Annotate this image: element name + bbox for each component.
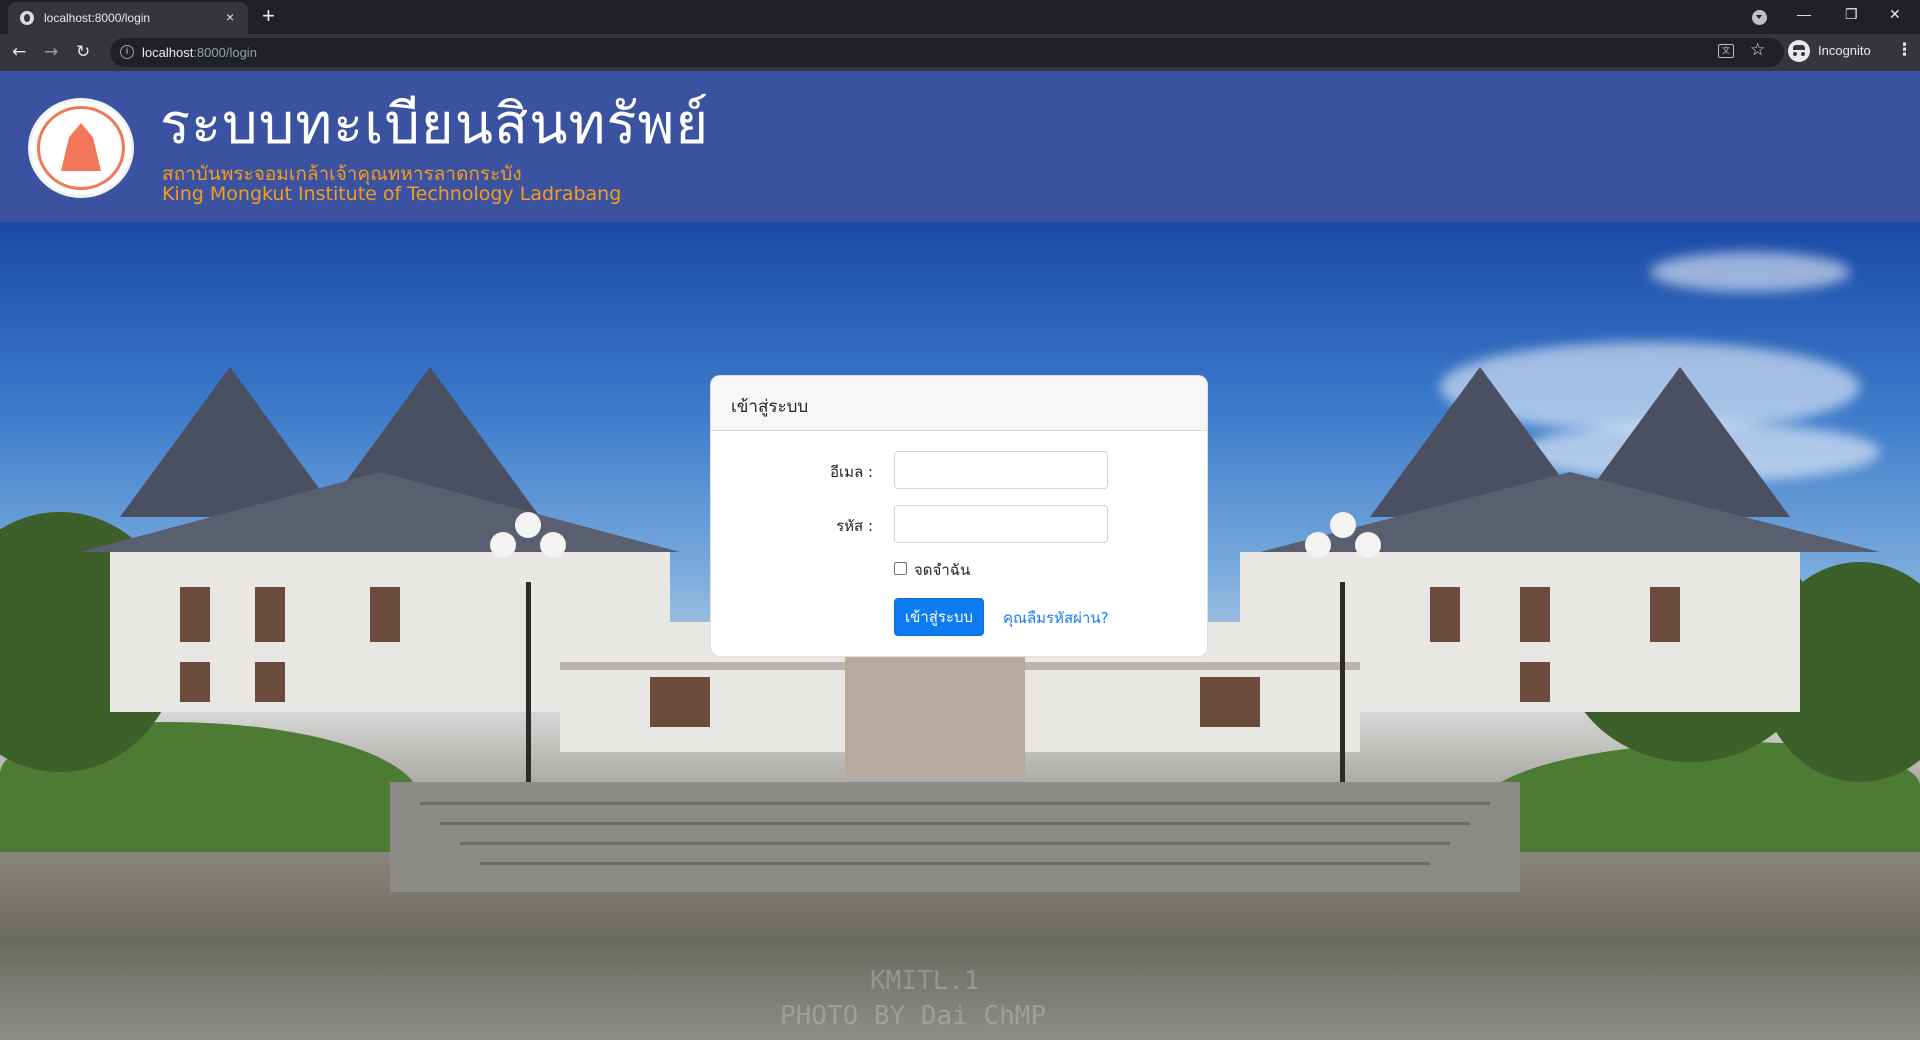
lamp-pole: [526, 582, 531, 802]
email-label: อีเมล :: [829, 463, 873, 481]
lamp: [1330, 512, 1356, 538]
roof: [80, 472, 680, 552]
minimize-button[interactable]: —: [1797, 6, 1811, 22]
restore-button[interactable]: ❐: [1845, 6, 1858, 22]
window: [370, 587, 400, 642]
steps: [390, 782, 1520, 892]
url-path: :8000/login: [193, 45, 257, 60]
incognito-icon: [1788, 40, 1810, 62]
menu-icon[interactable]: ⋮: [1896, 40, 1913, 60]
cloud: [1650, 252, 1850, 292]
site-subtitle-english: King Mongkut Institute of Technology Lad…: [162, 183, 622, 205]
password-field[interactable]: [894, 505, 1108, 543]
translate-icon[interactable]: 文: [1718, 44, 1734, 58]
window: [255, 587, 285, 642]
browser-tab[interactable]: localhost:8000/login ×: [8, 2, 248, 34]
page: KMITL.1 PHOTO BY Dai ChMP ระบบทะเบียนสิน…: [0, 71, 1920, 1040]
step-edge: [480, 862, 1430, 865]
step-edge: [440, 822, 1470, 825]
roof: [1260, 472, 1880, 552]
lamp: [1305, 532, 1331, 558]
site-header: ระบบทะเบียนสินทรัพย์ สถาบันพระจอมเกล้าเจ…: [0, 71, 1920, 222]
card-title: เข้าสู่ระบบ: [731, 397, 809, 417]
email-field[interactable]: [894, 451, 1108, 489]
tab-title: localhost:8000/login: [44, 11, 151, 25]
window: [1430, 587, 1460, 642]
lamp: [540, 532, 566, 558]
url-text[interactable]: localhost:8000/login: [142, 45, 257, 60]
forward-icon[interactable]: →: [44, 42, 58, 62]
browser-tabstrip: localhost:8000/login × + — ❐ ✕: [0, 0, 1920, 34]
star-icon[interactable]: ☆: [1750, 40, 1765, 60]
window: [1520, 587, 1550, 642]
url-host: localhost: [142, 45, 194, 60]
logo-seal: [28, 98, 134, 198]
login-button[interactable]: เข้าสู่ระบบ: [894, 598, 984, 636]
window: [650, 677, 710, 727]
lamp-pole: [1340, 582, 1345, 802]
password-label: รหัส :: [836, 517, 873, 535]
globe-icon: [20, 11, 34, 25]
address-bar[interactable]: i localhost:8000/login: [110, 38, 1784, 67]
forgot-password-link[interactable]: คุณลืมรหัสผ่าน?: [1003, 606, 1109, 630]
login-card: เข้าสู่ระบบ อีเมล : รหัส : จดจำฉัน เข้าส…: [710, 375, 1208, 657]
info-icon[interactable]: i: [120, 45, 134, 59]
lamp: [490, 532, 516, 558]
plus-icon[interactable]: +: [262, 4, 275, 28]
card-header: เข้าสู่ระบบ: [711, 376, 1207, 431]
photo-watermark: KMITL.1: [870, 966, 980, 996]
photo-watermark: PHOTO BY Dai ChMP: [780, 1001, 1047, 1031]
close-icon[interactable]: ×: [226, 9, 234, 25]
window: [180, 662, 210, 702]
reload-icon[interactable]: ↻: [76, 42, 90, 62]
step-edge: [420, 802, 1490, 805]
browser-toolbar: ← → ↻ i localhost:8000/login: [0, 34, 1920, 71]
window: [1200, 677, 1260, 727]
back-icon[interactable]: ←: [12, 42, 26, 62]
remember-label[interactable]: จดจำฉัน: [914, 558, 970, 582]
profile-label: Incognito: [1818, 43, 1871, 58]
window: [1650, 587, 1680, 642]
window: [255, 662, 285, 702]
remember-checkbox[interactable]: [894, 562, 907, 575]
lamp: [1355, 532, 1381, 558]
tab-search-icon[interactable]: [1752, 10, 1767, 25]
window: [1520, 662, 1550, 702]
step-edge: [460, 842, 1450, 845]
window: [180, 587, 210, 642]
lamp: [515, 512, 541, 538]
window-close-button[interactable]: ✕: [1889, 6, 1901, 22]
site-title: ระบบทะเบียนสินทรัพย์: [160, 92, 710, 157]
